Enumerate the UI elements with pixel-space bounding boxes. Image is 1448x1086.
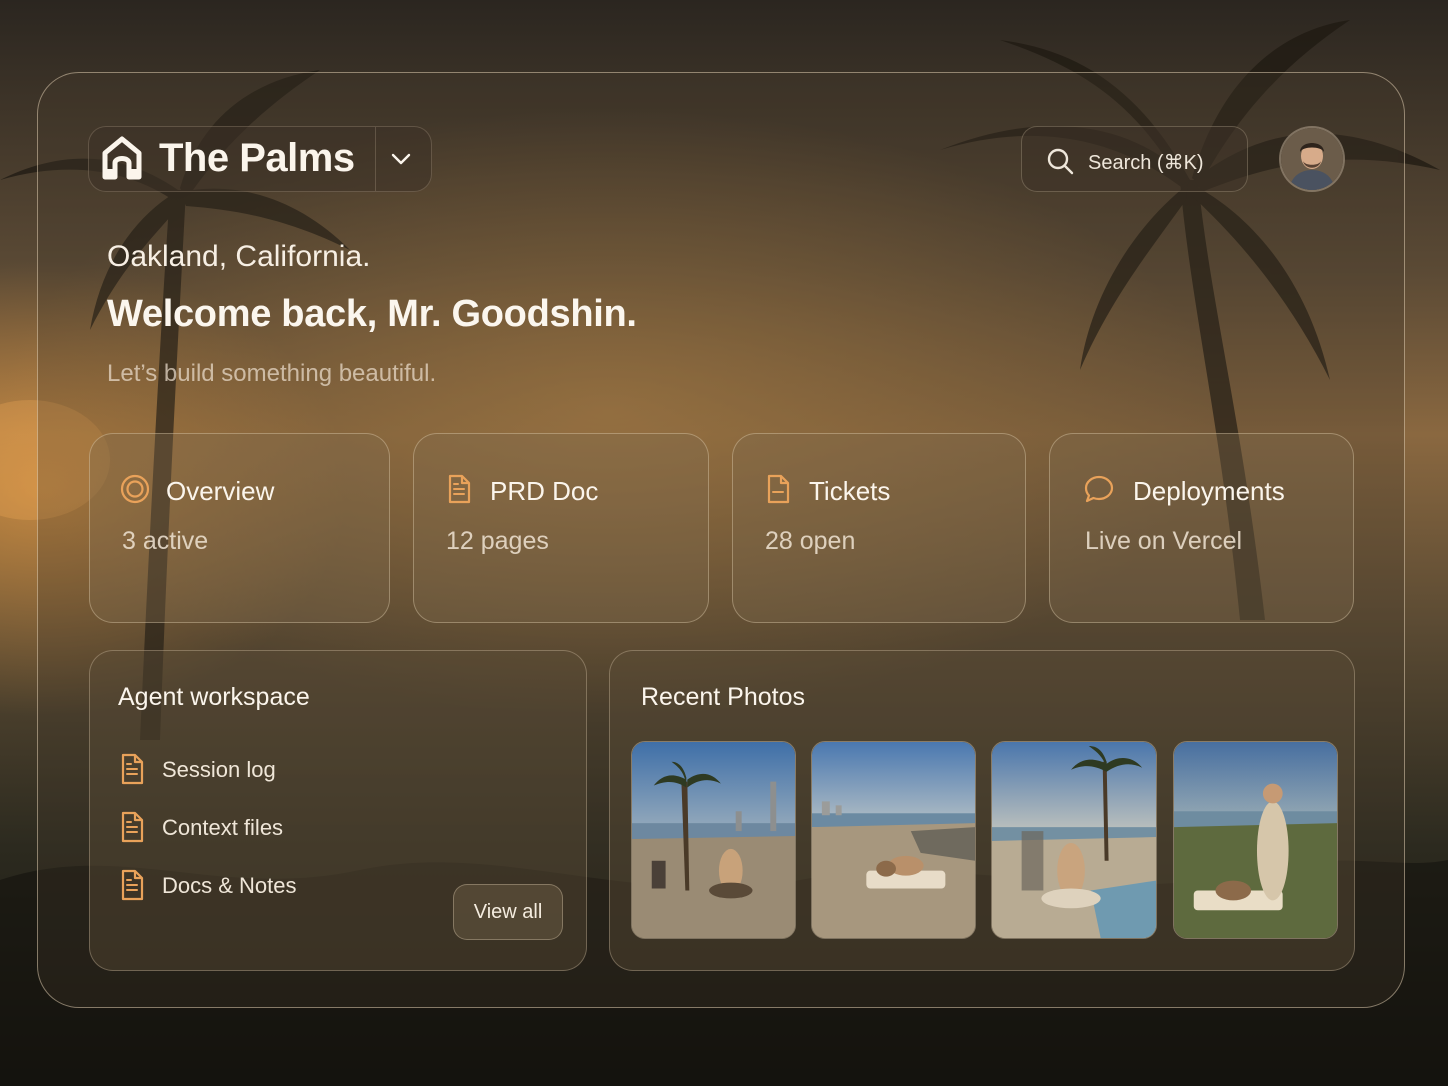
tagline-text: Let’s build something beautiful. xyxy=(107,360,437,387)
chevron-down-icon[interactable] xyxy=(389,149,413,169)
workspace-switcher[interactable]: The Palms xyxy=(88,126,432,192)
card-subtitle: 3 active xyxy=(122,527,209,555)
recent-photos-panel: Recent Photos xyxy=(609,650,1355,971)
ticket-icon xyxy=(767,474,790,504)
card-title: Deployments xyxy=(1133,476,1285,506)
user-avatar-image xyxy=(1281,128,1343,190)
welcome-heading: Welcome back, Mr. Goodshin. xyxy=(107,293,637,335)
card-subtitle: Live on Vercel xyxy=(1085,527,1243,555)
location-text: Oakland, California. xyxy=(107,240,371,273)
chat-bubble-icon xyxy=(1084,475,1114,503)
photo-thumbnail[interactable] xyxy=(631,741,796,939)
card-title: Overview xyxy=(166,476,275,506)
photo-thumbnail[interactable] xyxy=(811,741,976,939)
document-icon xyxy=(121,753,144,785)
card-subtitle: 12 pages xyxy=(446,527,549,555)
workspace-item-docs-notes[interactable]: Docs & Notes xyxy=(118,869,318,903)
workspace-item-label: Context files xyxy=(162,815,284,840)
card-title: PRD Doc xyxy=(490,476,599,506)
card-title: Tickets xyxy=(809,476,891,506)
agent-workspace-title: Agent workspace xyxy=(118,683,310,711)
view-all-button[interactable]: View all xyxy=(453,884,563,940)
search-label: Search (⌘K) xyxy=(1088,152,1204,174)
search-icon xyxy=(1047,148,1074,175)
card-overview[interactable]: Overview 3 active xyxy=(89,433,390,623)
agent-workspace-panel: Agent workspace Session log Context file… xyxy=(89,650,587,971)
search-button[interactable]: Search (⌘K) xyxy=(1021,126,1248,192)
workspace-item-label: Docs & Notes xyxy=(162,873,297,898)
brand-name: The Palms xyxy=(159,136,355,180)
workspace-item-session-log[interactable]: Session log xyxy=(118,753,318,787)
home-logo-icon xyxy=(102,136,142,180)
card-deployments[interactable]: Deployments Live on Vercel xyxy=(1049,433,1354,623)
document-icon xyxy=(448,474,471,504)
target-icon xyxy=(120,474,150,504)
workspace-item-label: Session log xyxy=(162,757,276,782)
card-tickets[interactable]: Tickets 28 open xyxy=(732,433,1026,623)
card-subtitle: 28 open xyxy=(765,527,856,555)
document-icon xyxy=(121,811,144,843)
workspace-item-context-files[interactable]: Context files xyxy=(118,811,318,845)
card-prd-doc[interactable]: PRD Doc 12 pages xyxy=(413,433,709,623)
photo-thumbnail[interactable] xyxy=(1173,741,1338,939)
user-avatar[interactable] xyxy=(1279,126,1345,192)
brand-divider xyxy=(375,127,376,191)
recent-photos-title: Recent Photos xyxy=(641,683,805,711)
document-icon xyxy=(121,869,144,901)
photo-thumbnail[interactable] xyxy=(991,741,1157,939)
